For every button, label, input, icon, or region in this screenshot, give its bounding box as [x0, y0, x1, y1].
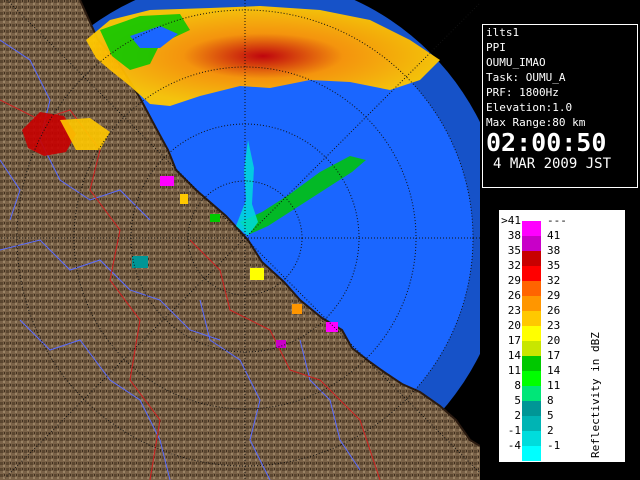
- legend-low-value: 32: [507, 259, 521, 272]
- task-label: Task: OUMU_A: [486, 71, 566, 84]
- legend-high-value: 17: [547, 349, 561, 362]
- legend-swatch: [522, 401, 541, 416]
- legend-low-value: >41: [501, 214, 521, 227]
- legend-low-value: 11: [507, 364, 521, 377]
- legend-swatch: [522, 431, 541, 446]
- legend-low-value: 35: [507, 244, 521, 257]
- legend-swatch: [522, 251, 541, 266]
- color-legend: >41 --- 38 41 35 38 32 35 29 32 26 29 23 26 20 23 17 20 14…: [499, 210, 625, 462]
- legend-swatch: [522, 356, 541, 371]
- elevation-label: Elevation:1.0: [486, 101, 573, 114]
- legend-low-value: -1: [507, 424, 521, 437]
- legend-high-value: 11: [547, 379, 561, 392]
- legend-swatch: [522, 311, 541, 326]
- legend-high-value: 5: [547, 409, 554, 422]
- legend-low-value: -4: [507, 439, 521, 452]
- legend-swatch: [522, 446, 541, 461]
- legend-low-value: 8: [514, 379, 521, 392]
- legend-high-value: 2: [547, 424, 554, 437]
- volume-name: OUMU_IMAO: [486, 56, 546, 69]
- observation-date: 4 MAR 2009 JST: [493, 156, 612, 172]
- prf-label: PRF: 1800Hz: [486, 86, 559, 99]
- legend-low-value: 17: [507, 334, 521, 347]
- legend-high-value: 38: [547, 244, 561, 257]
- legend-swatch: [522, 221, 541, 236]
- legend-high-value: 23: [547, 319, 561, 332]
- legend-high-value: 14: [547, 364, 561, 377]
- legend-low-value: 26: [507, 289, 521, 302]
- legend-swatch: [522, 371, 541, 386]
- legend-low-value: 38: [507, 229, 521, 242]
- legend-swatch: [522, 341, 541, 356]
- legend-high-value: 41: [547, 229, 561, 242]
- product-type: PPI: [486, 41, 506, 54]
- legend-high-value: 8: [547, 394, 554, 407]
- legend-high-value: 26: [547, 304, 561, 317]
- legend-high-value: 32: [547, 274, 561, 287]
- legend-swatch: [522, 236, 541, 251]
- legend-low-value: 23: [507, 304, 521, 317]
- info-panel: ilts1 PPI OUMU_IMAO Task: OUMU_A PRF: 18…: [482, 24, 638, 188]
- legend-high-value: ---: [547, 214, 567, 227]
- observation-time: 02:00:50: [486, 128, 607, 157]
- legend-low-value: 14: [507, 349, 521, 362]
- legend-unit-label: Reflectivity in dBZ: [589, 332, 602, 458]
- radar-map-canvas: [0, 0, 480, 480]
- radar-map[interactable]: [0, 0, 480, 480]
- legend-swatch: [522, 326, 541, 341]
- legend-swatch: [522, 416, 541, 431]
- legend-high-value: 35: [547, 259, 561, 272]
- legend-low-value: 20: [507, 319, 521, 332]
- legend-high-value: -1: [547, 439, 561, 452]
- legend-swatch: [522, 386, 541, 401]
- legend-low-value: 2: [514, 409, 521, 422]
- legend-low-value: 29: [507, 274, 521, 287]
- legend-swatch: [522, 296, 541, 311]
- legend-high-value: 20: [547, 334, 561, 347]
- legend-swatch: [522, 266, 541, 281]
- legend-swatch: [522, 281, 541, 296]
- legend-low-value: 5: [514, 394, 521, 407]
- legend-high-value: 29: [547, 289, 561, 302]
- station-name: ilts1: [486, 26, 520, 39]
- side-panel: ilts1 PPI OUMU_IMAO Task: OUMU_A PRF: 18…: [480, 0, 640, 480]
